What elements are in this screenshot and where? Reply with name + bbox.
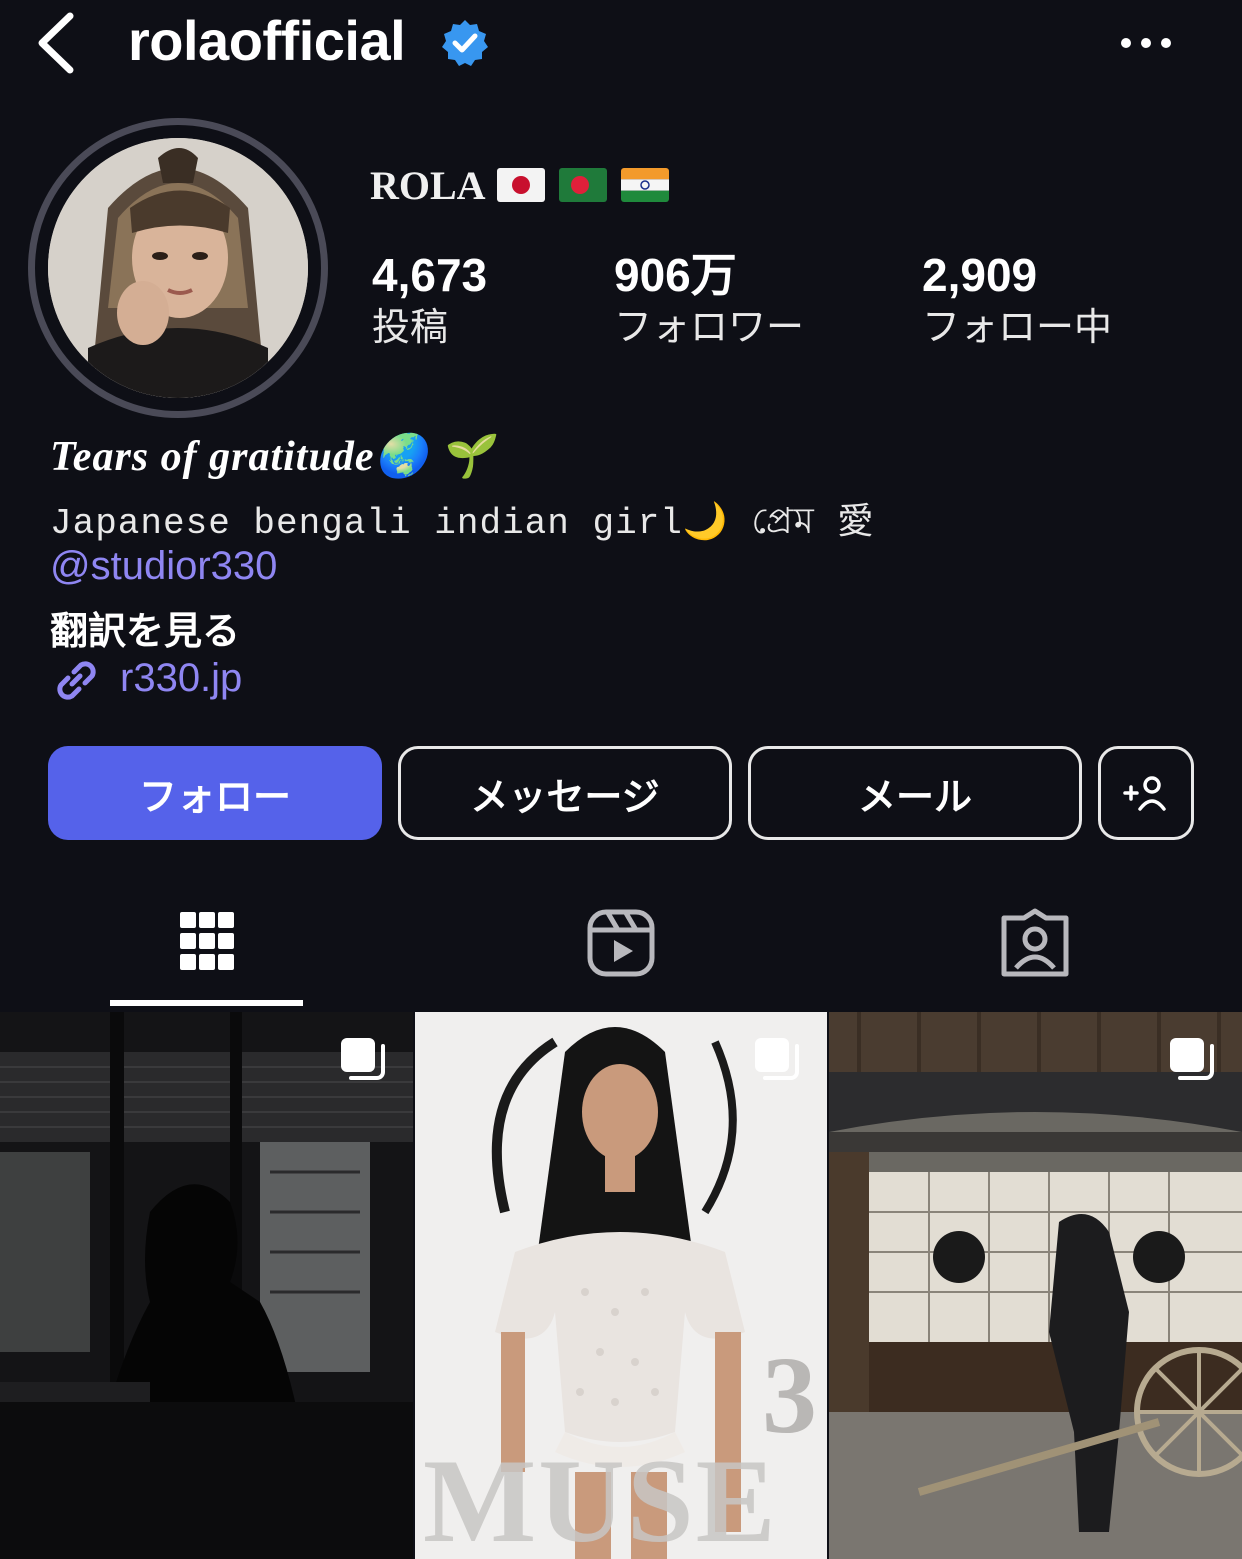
active-tab-indicator (110, 1000, 303, 1006)
stat-followers[interactable]: 906万 フォロワー (614, 248, 804, 354)
post-image-1 (0, 1012, 413, 1559)
japan-flag-icon (497, 168, 545, 202)
back-arrow-icon[interactable] (30, 10, 90, 75)
post-thumbnail-2[interactable]: 3 MUSE (415, 1012, 827, 1559)
website-link[interactable]: r330.jp (120, 656, 242, 701)
display-name: ROLA (370, 163, 486, 208)
posts-count: 4,673 (372, 249, 488, 301)
following-count: 2,909 (922, 249, 1038, 301)
carousel-icon (1170, 1038, 1214, 1080)
followers-count: 906万 (614, 249, 737, 301)
post-thumbnail-3[interactable] (829, 1012, 1242, 1559)
avatar[interactable] (48, 138, 308, 398)
magazine-title: MUSE (423, 1434, 778, 1559)
post-image-3 (829, 1012, 1242, 1559)
india-flag-icon (621, 168, 669, 202)
bio-mention-link[interactable]: @studior330 (50, 544, 277, 589)
translate-link[interactable]: 翻訳を見る (50, 600, 240, 655)
profile-header: rolaofficial (0, 0, 1242, 90)
carousel-icon (341, 1038, 385, 1080)
tagged-tab-icon[interactable] (1000, 908, 1070, 978)
bio-title: Tears of gratitude🌏 🌱 (50, 434, 493, 480)
more-options-icon[interactable] (1118, 30, 1174, 56)
mail-button[interactable]: メール (748, 746, 1082, 840)
post-thumbnail-1[interactable] (0, 1012, 413, 1559)
add-person-icon (1123, 776, 1166, 811)
posts-label: 投稿 (372, 307, 449, 349)
following-label: フォロー中 (922, 307, 1113, 349)
reels-tab-icon[interactable] (586, 908, 656, 978)
follow-button[interactable]: フォロー (48, 746, 382, 840)
verified-badge-icon (442, 20, 488, 66)
stat-following[interactable]: 2,909 フォロー中 (922, 248, 1112, 354)
grid-tab-icon[interactable] (172, 908, 242, 978)
avatar-image (48, 138, 308, 398)
message-button[interactable]: メッセージ (398, 746, 732, 840)
stat-posts[interactable]: 4,673 投稿 (372, 248, 487, 354)
bangladesh-flag-icon (559, 168, 607, 202)
profile-username: rolaofficial (128, 9, 406, 72)
carousel-icon (755, 1038, 799, 1080)
flags (497, 168, 669, 204)
link-icon (57, 661, 96, 700)
suggest-users-button[interactable] (1098, 746, 1194, 840)
followers-label: フォロワー (614, 307, 805, 349)
